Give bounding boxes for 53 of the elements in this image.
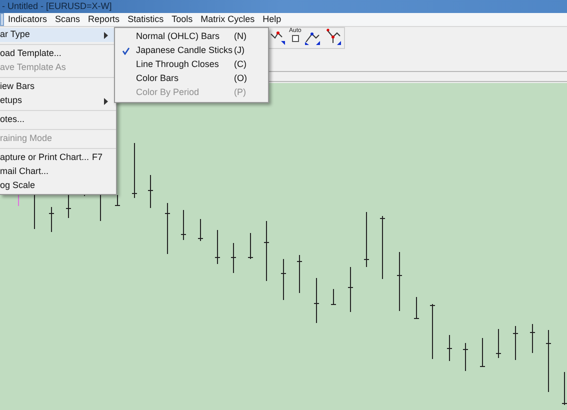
price-bar [396,252,402,312]
menu-entry[interactable]: mail Chart... [0,165,116,179]
price-bar [562,372,567,406]
submenu-entry[interactable]: Color Bars (O) [115,72,268,86]
price-bar [230,242,236,274]
price-bar [148,174,154,208]
price-bar [280,258,286,300]
menu-entry[interactable]: og Scale [0,179,116,193]
menu-entry[interactable]: otes... [0,113,116,127]
window-title: - Untitled - [EURUSD=X-W] [2,2,112,11]
price-bar [414,296,420,319]
submenu-entry[interactable]: Line Through Closes (C) [115,58,268,72]
menu-item[interactable]: Help [258,13,286,26]
price-bar [496,328,502,358]
menu-item[interactable]: Matrix Cycles [196,13,259,26]
submenu-entry[interactable]: Normal (OHLC) Bars (N) [115,30,268,44]
price-bar [180,210,186,240]
price-bar [48,206,54,232]
menu-entry[interactable]: apture or Print Chart... F7 [0,151,116,165]
price-bar [164,202,170,254]
price-bar [114,194,120,206]
price-bar [248,232,254,260]
price-bar [314,278,320,324]
menu-item[interactable]: Statistics [124,13,168,26]
price-bar [132,142,138,198]
price-bar [512,326,518,360]
price-bar [330,288,336,305]
price-bar [480,338,486,367]
price-bar [446,334,452,362]
menu-entry[interactable]: ar Type [0,28,116,42]
price-bar [364,212,370,268]
menu-entry[interactable]: iew Bars [0,80,116,94]
menu-item[interactable]: Reports [84,13,124,26]
price-bar [348,266,354,312]
price-bar [296,254,302,294]
marker-line [18,194,19,206]
submenu-entry[interactable]: Japanese Candle Sticks(J) [115,44,268,58]
menu-item[interactable]: Tools [168,13,197,26]
price-bar [264,220,270,282]
menu-item[interactable]: Indicators [4,13,52,26]
menu-item[interactable]: Scans [51,13,84,26]
price-bar [462,342,468,372]
menu-entry[interactable]: oad Template... [0,47,116,61]
price-bar [214,230,220,264]
price-bar [546,330,552,392]
price-bar [380,216,386,280]
price-bar [530,324,536,354]
price-bar [430,304,436,360]
trough-tool-icon[interactable] [325,28,344,46]
menu-entry[interactable]: etups [0,94,116,108]
price-bar [66,194,72,218]
price-bar [198,218,204,242]
auto-checkbox[interactable] [292,35,299,42]
